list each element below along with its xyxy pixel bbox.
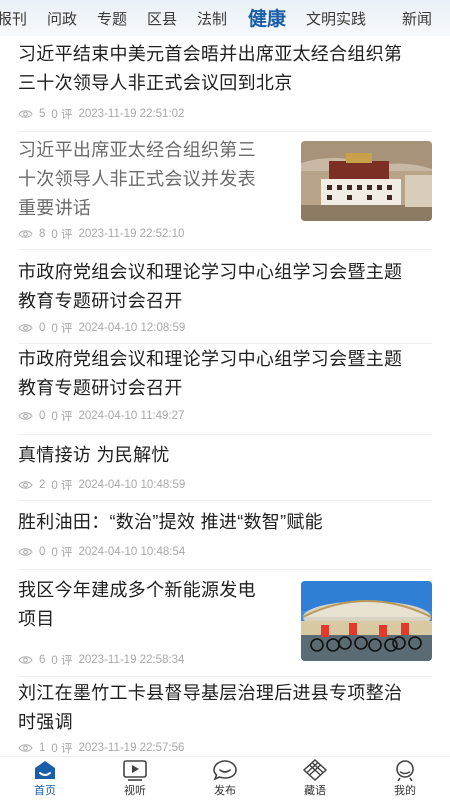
channel-tab-newspaper[interactable]: 报刊 bbox=[0, 8, 27, 29]
comment-count: 0 评 bbox=[51, 411, 73, 423]
tab-label: 视听 bbox=[124, 785, 146, 797]
comment-count: 0 评 bbox=[51, 109, 73, 121]
channel-tab-health[interactable]: 健康 bbox=[248, 4, 286, 31]
eye-icon bbox=[18, 230, 33, 238]
news-item[interactable]: 市政府党组会议和理论学习中心组学习会暨主题 教育专题研讨会召开 0 0 评 20… bbox=[18, 258, 432, 344]
endless-knot-icon bbox=[302, 759, 328, 781]
news-title-line: 市政府党组会议和理论学习中心组学习会暨主题 bbox=[18, 262, 403, 282]
news-thumbnail-cyclists bbox=[301, 581, 432, 661]
eye-icon bbox=[18, 481, 33, 489]
news-meta: 0 0 评 2024-04-10 12:08:59 bbox=[18, 320, 185, 336]
news-title-line: 重要讲话 bbox=[18, 198, 92, 218]
news-title-line: 刘江在墨竹工卡县督导基层治理后进县专项整治 bbox=[18, 683, 403, 703]
tab-publish[interactable]: 发布 bbox=[190, 759, 260, 798]
view-count: 0 bbox=[39, 546, 46, 558]
channel-tab-counties[interactable]: 区县 bbox=[147, 8, 177, 29]
view-count: 8 bbox=[39, 228, 46, 240]
news-title-line: 三十次领导人非正式会议回到北京 bbox=[18, 73, 293, 93]
news-meta: 1 0 评 2023-11-19 22:57:56 bbox=[18, 740, 184, 756]
news-item[interactable]: 习近平结束中美元首会晤并出席亚太经合组织第 三十次领导人非正式会议回到北京 5 … bbox=[18, 40, 432, 132]
tab-profile[interactable]: 我的 bbox=[370, 759, 440, 798]
chat-bubble-icon bbox=[213, 760, 237, 781]
news-title-line: 教育专题研讨会召开 bbox=[18, 378, 183, 398]
news-meta: 5 0 评 2023-11-19 22:51:02 bbox=[18, 106, 184, 122]
publish-time: 2024-04-10 10:48:54 bbox=[78, 546, 186, 558]
tab-label: 藏语 bbox=[304, 785, 326, 797]
news-meta: 6 0 评 2023-11-19 22:58:34 bbox=[18, 652, 184, 668]
news-title: 刘江在墨竹工卡县督导基层治理后进县专项整治 时强调 bbox=[18, 679, 402, 737]
news-item[interactable]: 市政府党组会议和理论学习中心组学习会暨主题 教育专题研讨会召开 0 0 评 20… bbox=[18, 345, 432, 435]
channel-tab-legal[interactable]: 法制 bbox=[197, 8, 227, 29]
news-title-line: 真情接访 为民解忧 bbox=[18, 445, 170, 465]
bottom-tab-bar: 首页 视听 发布 藏语 我的 bbox=[0, 756, 450, 800]
news-thumbnail-palace bbox=[301, 141, 432, 221]
news-title: 我区今年建成多个新能源发电 项目 bbox=[18, 576, 256, 634]
comment-count: 0 评 bbox=[51, 547, 73, 559]
news-item[interactable]: 胜利油田：“数治”提效 推进“数智”赋能 0 0 评 2024-04-10 10… bbox=[18, 508, 432, 570]
news-item[interactable]: 刘江在墨竹工卡县督导基层治理后进县专项整治 时强调 1 0 评 2023-11-… bbox=[18, 679, 432, 756]
home-icon bbox=[35, 761, 55, 779]
comment-count: 0 评 bbox=[51, 480, 73, 492]
channel-bar: 报刊 问政 专题 区县 法制 健康 文明实践 新闻 bbox=[0, 0, 450, 36]
channel-tab-topics[interactable]: 专题 bbox=[97, 8, 127, 29]
comment-count: 0 评 bbox=[51, 229, 73, 241]
news-meta: 2 0 评 2024-04-10 10:48:59 bbox=[18, 477, 185, 493]
news-title: 胜利油田：“数治”提效 推进“数智”赋能 bbox=[18, 508, 323, 537]
publish-time: 2024-04-10 12:08:59 bbox=[78, 322, 186, 334]
news-title: 市政府党组会议和理论学习中心组学习会暨主题 教育专题研讨会召开 bbox=[18, 258, 402, 316]
news-item[interactable]: 我区今年建成多个新能源发电 项目 6 0 评 2023-11-19 22:58:… bbox=[18, 576, 432, 677]
channel-tab-news[interactable]: 新闻 bbox=[402, 8, 432, 29]
news-title-line: 项目 bbox=[18, 609, 55, 629]
news-meta: 8 0 评 2023-11-19 22:52:10 bbox=[18, 226, 184, 242]
video-play-icon bbox=[123, 760, 147, 781]
tab-label: 我的 bbox=[394, 785, 416, 797]
view-count: 0 bbox=[39, 322, 46, 334]
tab-home[interactable]: 首页 bbox=[10, 759, 80, 798]
user-avatar-icon bbox=[396, 760, 414, 781]
publish-time: 2023-11-19 22:58:34 bbox=[78, 654, 185, 666]
news-title-line: 十次领导人非正式会议并发表 bbox=[18, 169, 256, 189]
view-count: 0 bbox=[39, 410, 46, 422]
comment-count: 0 评 bbox=[51, 743, 73, 755]
news-title-line: 习近平结束中美元首会晤并出席亚太经合组织第 bbox=[18, 44, 403, 64]
tab-video[interactable]: 视听 bbox=[100, 759, 170, 798]
view-count: 1 bbox=[39, 742, 46, 754]
news-item[interactable]: 习近平出席亚太经合组织第三 十次领导人非正式会议并发表 重要讲话 8 0 评 2… bbox=[18, 136, 432, 250]
news-title-line: 我区今年建成多个新能源发电 bbox=[18, 580, 256, 600]
news-title-line: 胜利油田：“数治”提效 推进“数智”赋能 bbox=[18, 512, 323, 532]
tab-tibetan[interactable]: 藏语 bbox=[280, 759, 350, 798]
eye-icon bbox=[18, 324, 33, 332]
view-count: 6 bbox=[39, 654, 46, 666]
comment-count: 0 评 bbox=[51, 323, 73, 335]
publish-time: 2023-11-19 22:52:10 bbox=[78, 228, 185, 240]
eye-icon bbox=[18, 548, 33, 556]
news-title: 真情接访 为民解忧 bbox=[18, 441, 170, 470]
publish-time: 2023-11-19 22:57:56 bbox=[78, 742, 185, 754]
publish-time: 2024-04-10 10:48:59 bbox=[78, 479, 186, 491]
eye-icon bbox=[18, 656, 33, 664]
eye-icon bbox=[18, 744, 33, 752]
tab-label: 发布 bbox=[214, 785, 236, 797]
news-title: 习近平出席亚太经合组织第三 十次领导人非正式会议并发表 重要讲话 bbox=[18, 136, 256, 223]
comment-count: 0 评 bbox=[51, 655, 73, 667]
news-title: 习近平结束中美元首会晤并出席亚太经合组织第 三十次领导人非正式会议回到北京 bbox=[18, 40, 402, 98]
view-count: 5 bbox=[39, 108, 46, 120]
channel-tab-inquiry[interactable]: 问政 bbox=[47, 8, 77, 29]
news-title: 市政府党组会议和理论学习中心组学习会暨主题 教育专题研讨会召开 bbox=[18, 345, 402, 403]
channel-tab-civilization[interactable]: 文明实践 bbox=[306, 8, 366, 29]
publish-time: 2023-11-19 22:51:02 bbox=[78, 108, 185, 120]
news-item[interactable]: 真情接访 为民解忧 2 0 评 2024-04-10 10:48:59 bbox=[18, 441, 432, 501]
news-title-line: 习近平出席亚太经合组织第三 bbox=[18, 140, 256, 160]
news-title-line: 教育专题研讨会召开 bbox=[18, 291, 183, 311]
news-list: 习近平结束中美元首会晤并出席亚太经合组织第 三十次领导人非正式会议回到北京 5 … bbox=[0, 36, 450, 756]
news-title-line: 市政府党组会议和理论学习中心组学习会暨主题 bbox=[18, 349, 403, 369]
publish-time: 2024-04-10 11:49:27 bbox=[78, 410, 185, 422]
eye-icon bbox=[18, 412, 33, 420]
tab-label: 首页 bbox=[34, 785, 56, 797]
view-count: 2 bbox=[39, 479, 46, 491]
eye-icon bbox=[18, 110, 33, 118]
news-meta: 0 0 评 2024-04-10 11:49:27 bbox=[18, 408, 184, 424]
news-meta: 0 0 评 2024-04-10 10:48:54 bbox=[18, 544, 185, 560]
news-title-line: 时强调 bbox=[18, 712, 73, 732]
